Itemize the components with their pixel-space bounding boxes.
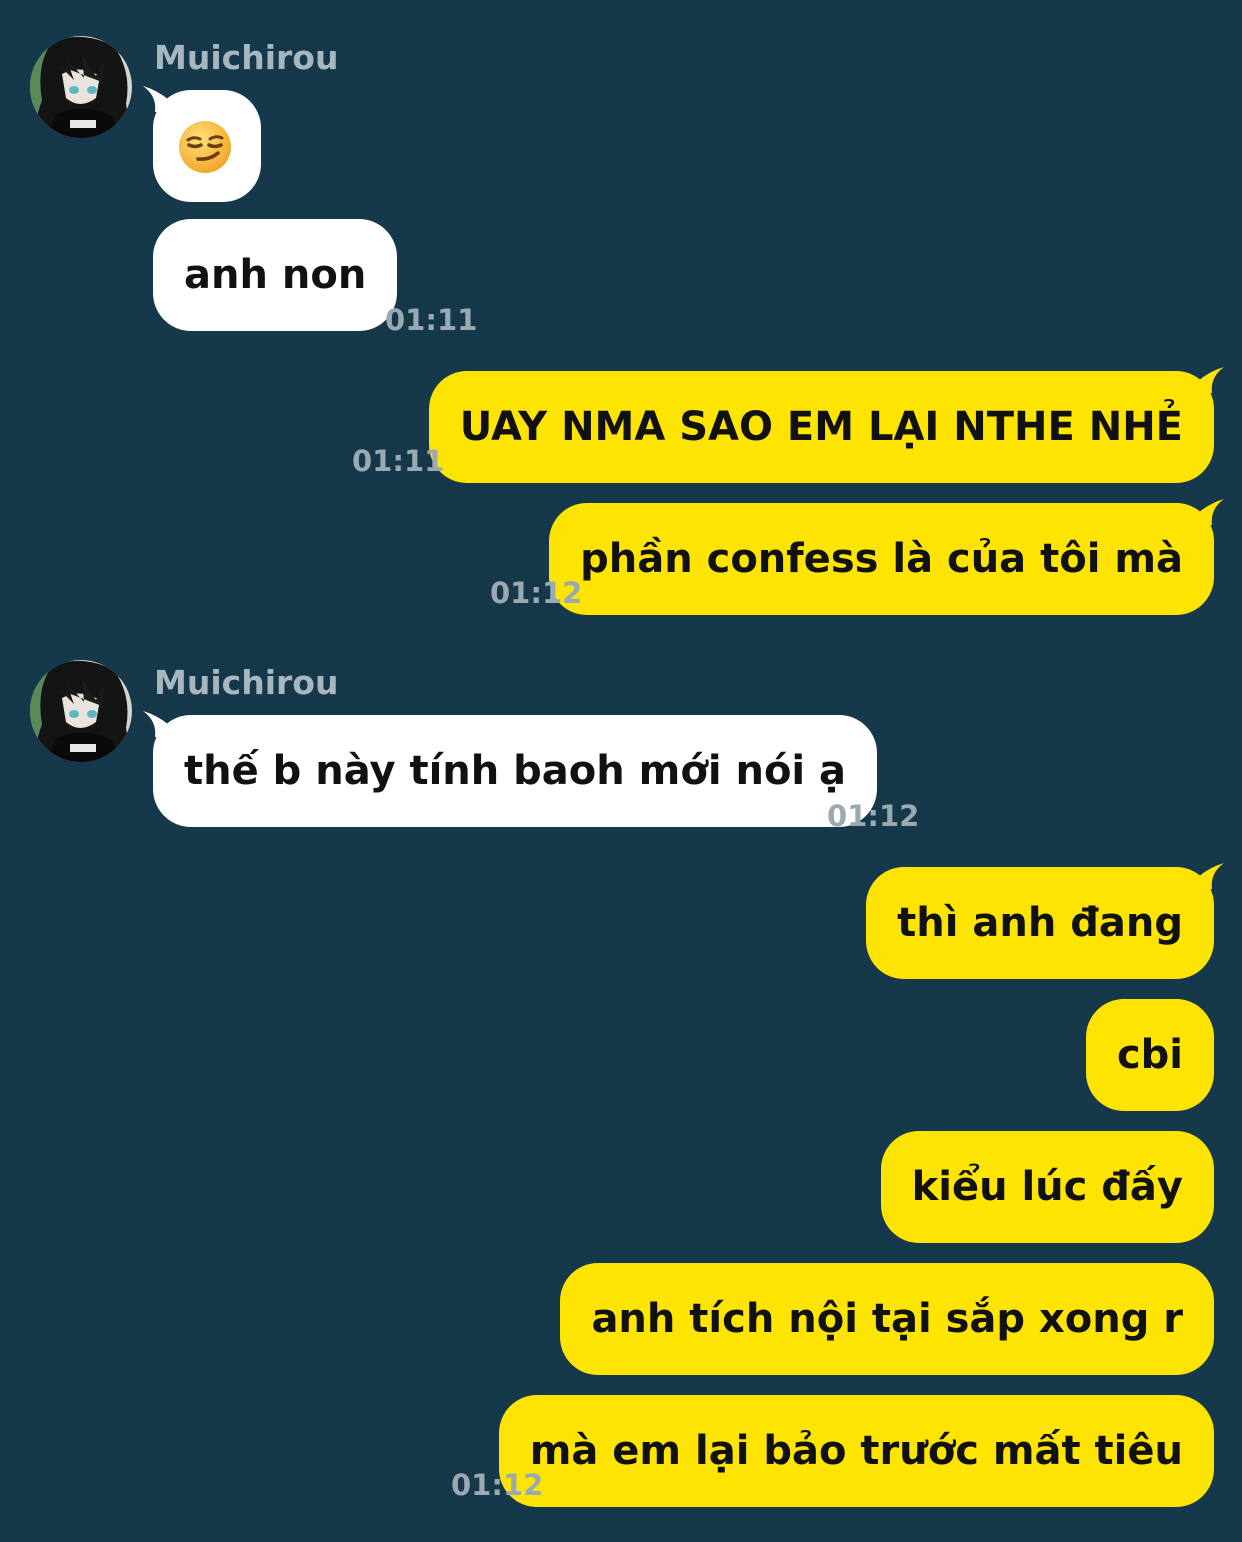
message-text: phần confess là của tôi mà <box>580 536 1183 582</box>
message-text: anh tích nội tại sắp xong r <box>591 1296 1183 1342</box>
message-bubble-outgoing[interactable]: anh tích nội tại sắp xong r <box>560 1263 1214 1375</box>
message-text: anh non <box>184 252 367 298</box>
bubble-tail <box>1198 499 1224 525</box>
bubble-tail <box>143 86 169 112</box>
bubble-tail <box>1198 863 1224 889</box>
message-text: mà em lại bảo trước mất tiêu <box>529 1428 1183 1474</box>
message-timestamp: 01:12 <box>827 799 920 833</box>
message-text: kiểu lúc đấy <box>911 1164 1183 1210</box>
sender-name: Muichirou <box>154 38 339 77</box>
message-bubble-outgoing[interactable]: UAY NMA SAO EM LẠI NTHE NHẺ <box>428 367 1224 483</box>
message-bubble-outgoing[interactable]: cbi <box>1085 999 1214 1111</box>
message-bubble-incoming[interactable] <box>143 86 261 202</box>
message-timestamp: 01:11 <box>352 444 445 478</box>
message-bubble-outgoing[interactable]: phần confess là của tôi mà <box>549 499 1224 615</box>
message-text: UAY NMA SAO EM LẠI NTHE NHẺ <box>459 404 1183 450</box>
message-bubble-incoming[interactable]: thế b này tính baoh mới nói ạ <box>143 711 878 827</box>
message-bubble-outgoing[interactable]: mà em lại bảo trước mất tiêu <box>498 1395 1214 1507</box>
message-text: thế b này tính baoh mới nói ạ <box>184 748 847 794</box>
message-bubble-outgoing[interactable]: kiểu lúc đấy <box>880 1131 1214 1243</box>
sender-name: Muichirou <box>154 663 339 702</box>
avatar-anime-character-icon <box>30 36 132 138</box>
avatar[interactable] <box>30 660 132 762</box>
avatar[interactable] <box>30 36 132 138</box>
message-text: thì anh đang <box>897 900 1183 946</box>
message-text: cbi <box>1116 1032 1183 1078</box>
message-bubble-outgoing[interactable]: thì anh đang <box>866 863 1224 979</box>
bubble-tail <box>1198 367 1224 393</box>
message-timestamp: 01:12 <box>451 1468 544 1502</box>
smirking-face-emoji-icon <box>179 121 231 173</box>
bubble-tail <box>143 711 169 737</box>
message-bubble-incoming[interactable]: anh non <box>153 219 398 331</box>
message-timestamp: 01:11 <box>385 303 478 337</box>
message-timestamp: 01:12 <box>490 576 583 610</box>
avatar-anime-character-icon <box>30 660 132 762</box>
